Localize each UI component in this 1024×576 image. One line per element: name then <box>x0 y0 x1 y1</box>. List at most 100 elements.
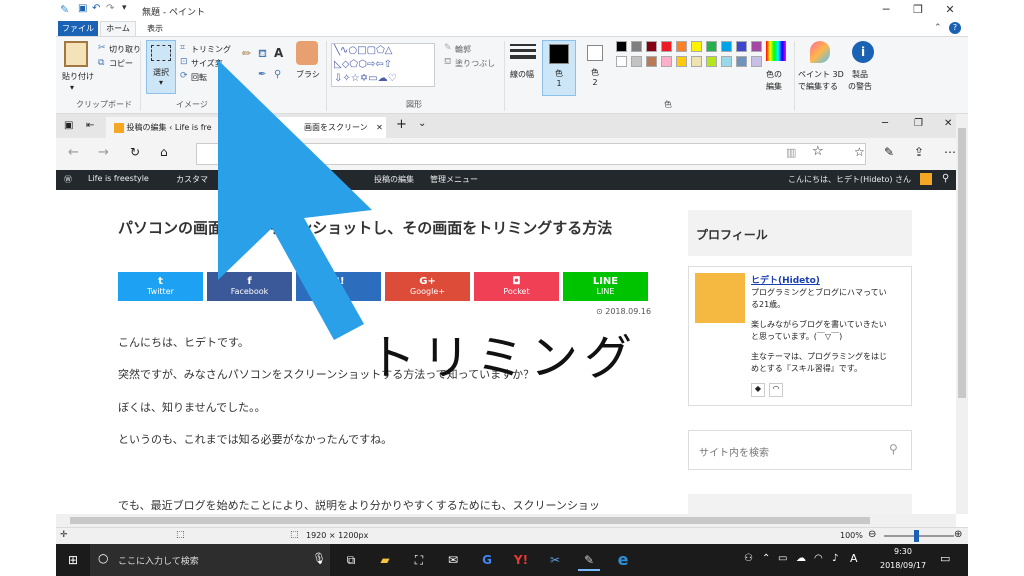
feedly-icon[interactable]: ◆ <box>751 383 765 397</box>
yahoo-icon[interactable]: Y! <box>510 549 532 571</box>
maximize-button[interactable]: ❐ <box>903 2 933 18</box>
info-icon[interactable]: i <box>852 41 874 63</box>
horizontal-scrollbar[interactable] <box>56 514 956 527</box>
people-icon[interactable]: ⚇ <box>744 553 753 564</box>
palette-swatch[interactable] <box>631 56 642 67</box>
select-button[interactable]: 選択 ▾ <box>146 40 176 94</box>
color1-button[interactable]: 色 1 <box>542 40 576 96</box>
fill-button[interactable]: 塗りつぶし <box>455 58 495 69</box>
copy-button[interactable]: コピー <box>109 58 133 69</box>
palette-swatch[interactable] <box>721 56 732 67</box>
tab-file[interactable]: ファイル <box>58 21 98 36</box>
edit-colors-icon[interactable] <box>766 41 786 61</box>
palette-swatch[interactable] <box>691 56 702 67</box>
paste-button[interactable]: 貼り付け <box>62 71 94 82</box>
set-aside-tabs-icon[interactable]: ⇤ <box>86 120 94 131</box>
back-icon[interactable]: ← <box>68 145 79 160</box>
tab-home[interactable]: ホーム <box>100 21 136 36</box>
redo-icon[interactable]: ↷ <box>106 3 114 14</box>
paint3d-icon[interactable] <box>810 41 830 63</box>
favorites-icon[interactable]: ☆ <box>854 145 865 159</box>
palette-swatch[interactable] <box>676 41 687 52</box>
palette-swatch[interactable] <box>661 56 672 67</box>
horizontal-scroll-thumb[interactable] <box>70 517 870 524</box>
action-center-icon[interactable]: ▭ <box>940 552 950 565</box>
wordpress-logo-icon[interactable]: Ⓦ <box>64 174 72 185</box>
paste-icon[interactable] <box>64 41 88 67</box>
minimize-button[interactable]: ─ <box>871 2 901 18</box>
palette-swatch[interactable] <box>616 41 627 52</box>
more-icon[interactable]: ⋯ <box>944 145 956 159</box>
text-icon[interactable]: A <box>274 46 283 60</box>
crop-button[interactable]: トリミング <box>191 44 231 55</box>
windows-start-icon[interactable]: ⊞ <box>62 549 84 571</box>
zoom-slider[interactable] <box>884 535 954 537</box>
onedrive-icon[interactable]: ☁ <box>796 553 806 564</box>
tab-view[interactable]: 表示 <box>140 21 170 36</box>
microphone-icon[interactable]: 🎙 <box>312 552 326 565</box>
battery-icon[interactable]: ▭ <box>778 553 787 564</box>
edit-colors-label-b[interactable]: 編集 <box>766 81 782 92</box>
paint3d-label-a[interactable]: ペイント 3D <box>798 69 844 80</box>
home-icon[interactable]: ⌂ <box>160 145 168 159</box>
rss-icon[interactable]: ◠ <box>769 383 783 397</box>
share-button[interactable]: LINE LINE <box>563 272 648 301</box>
oval-shape-icon[interactable]: ○ <box>348 45 357 56</box>
palette-swatch[interactable] <box>721 41 732 52</box>
collapse-ribbon-icon[interactable]: ⌃ <box>934 23 942 33</box>
zoom-slider-thumb[interactable] <box>914 530 919 542</box>
site-name-link[interactable]: Life is freestyle <box>88 174 149 183</box>
share-button[interactable]: ◘ Pocket <box>474 272 559 301</box>
browser-close-icon[interactable]: ✕ <box>944 118 952 129</box>
new-tab-icon[interactable]: + <box>396 117 407 132</box>
tab-preview-icon[interactable]: ⌄ <box>418 118 426 129</box>
zoom-in-button[interactable]: ⊕ <box>954 529 962 540</box>
palette-swatch[interactable] <box>706 56 717 67</box>
browser-maximize-icon[interactable]: ❐ <box>914 118 923 129</box>
help-icon[interactable]: ? <box>949 22 961 34</box>
line-width-button[interactable]: 線の幅 <box>510 69 534 80</box>
outline-button[interactable]: 輪郭 <box>455 44 471 55</box>
close-button[interactable]: ✕ <box>935 2 965 18</box>
palette-swatch[interactable] <box>646 56 657 67</box>
palette-swatch[interactable] <box>616 56 627 67</box>
notes-icon[interactable]: ✎ <box>884 145 894 159</box>
store-icon[interactable]: ⛶ <box>408 549 430 571</box>
palette-swatch[interactable] <box>661 41 672 52</box>
vertical-scroll-thumb[interactable] <box>958 128 966 398</box>
taskbar-date[interactable]: 2018/09/17 <box>880 561 926 570</box>
reading-view-icon[interactable]: ▥ <box>786 146 796 159</box>
product-warning-label-b[interactable]: の警告 <box>848 81 872 92</box>
chrome-icon[interactable]: G <box>476 549 498 571</box>
edit-colors-label-a[interactable]: 色の <box>766 69 782 80</box>
color2-button[interactable]: 色 2 <box>580 40 610 96</box>
taskbar-time[interactable]: 9:30 <box>894 547 912 556</box>
ime-mode-icon[interactable]: A <box>850 552 858 565</box>
snipping-tool-icon[interactable]: ✂ <box>544 549 566 571</box>
admin-menu-link[interactable]: 管理メニュー <box>430 174 478 185</box>
vertical-scrollbar[interactable] <box>956 114 968 514</box>
search-icon[interactable]: ⚲ <box>889 442 898 456</box>
browser-minimize-icon[interactable]: ─ <box>882 118 888 129</box>
search-box[interactable]: サイト内を検索 ⚲ <box>688 430 912 470</box>
triangle-shape-icon[interactable]: △ <box>385 45 393 56</box>
paint-taskbar-icon[interactable]: ✎ <box>578 549 600 571</box>
palette-swatch[interactable] <box>706 41 717 52</box>
palette-swatch[interactable] <box>751 41 762 52</box>
paint3d-label-b[interactable]: で編集する <box>798 81 838 92</box>
canvas-image[interactable]: ▣ ⇤ 投稿の編集 ‹ Life is fre 画面をスクリーン ✕ + ⌄ ─… <box>56 114 968 514</box>
palette-swatch[interactable] <box>631 41 642 52</box>
palette-swatch[interactable] <box>676 56 687 67</box>
palette-swatch[interactable] <box>646 41 657 52</box>
line-width-icon[interactable] <box>510 41 536 65</box>
pencil-icon[interactable]: ✏ <box>242 47 251 60</box>
tab-actions-icon[interactable]: ▣ <box>64 120 73 131</box>
palette-swatch[interactable] <box>751 56 762 67</box>
rounded-rect-shape-icon[interactable]: ▢ <box>367 45 376 56</box>
wifi-icon[interactable]: ◠ <box>814 553 823 564</box>
forward-icon[interactable]: → <box>98 145 109 160</box>
mail-icon[interactable]: ✉ <box>442 549 464 571</box>
share-icon[interactable]: ⇪ <box>914 145 924 159</box>
volume-icon[interactable]: ♪ <box>832 553 838 564</box>
profile-name-link[interactable]: ヒデト(Hideto) <box>751 273 820 286</box>
